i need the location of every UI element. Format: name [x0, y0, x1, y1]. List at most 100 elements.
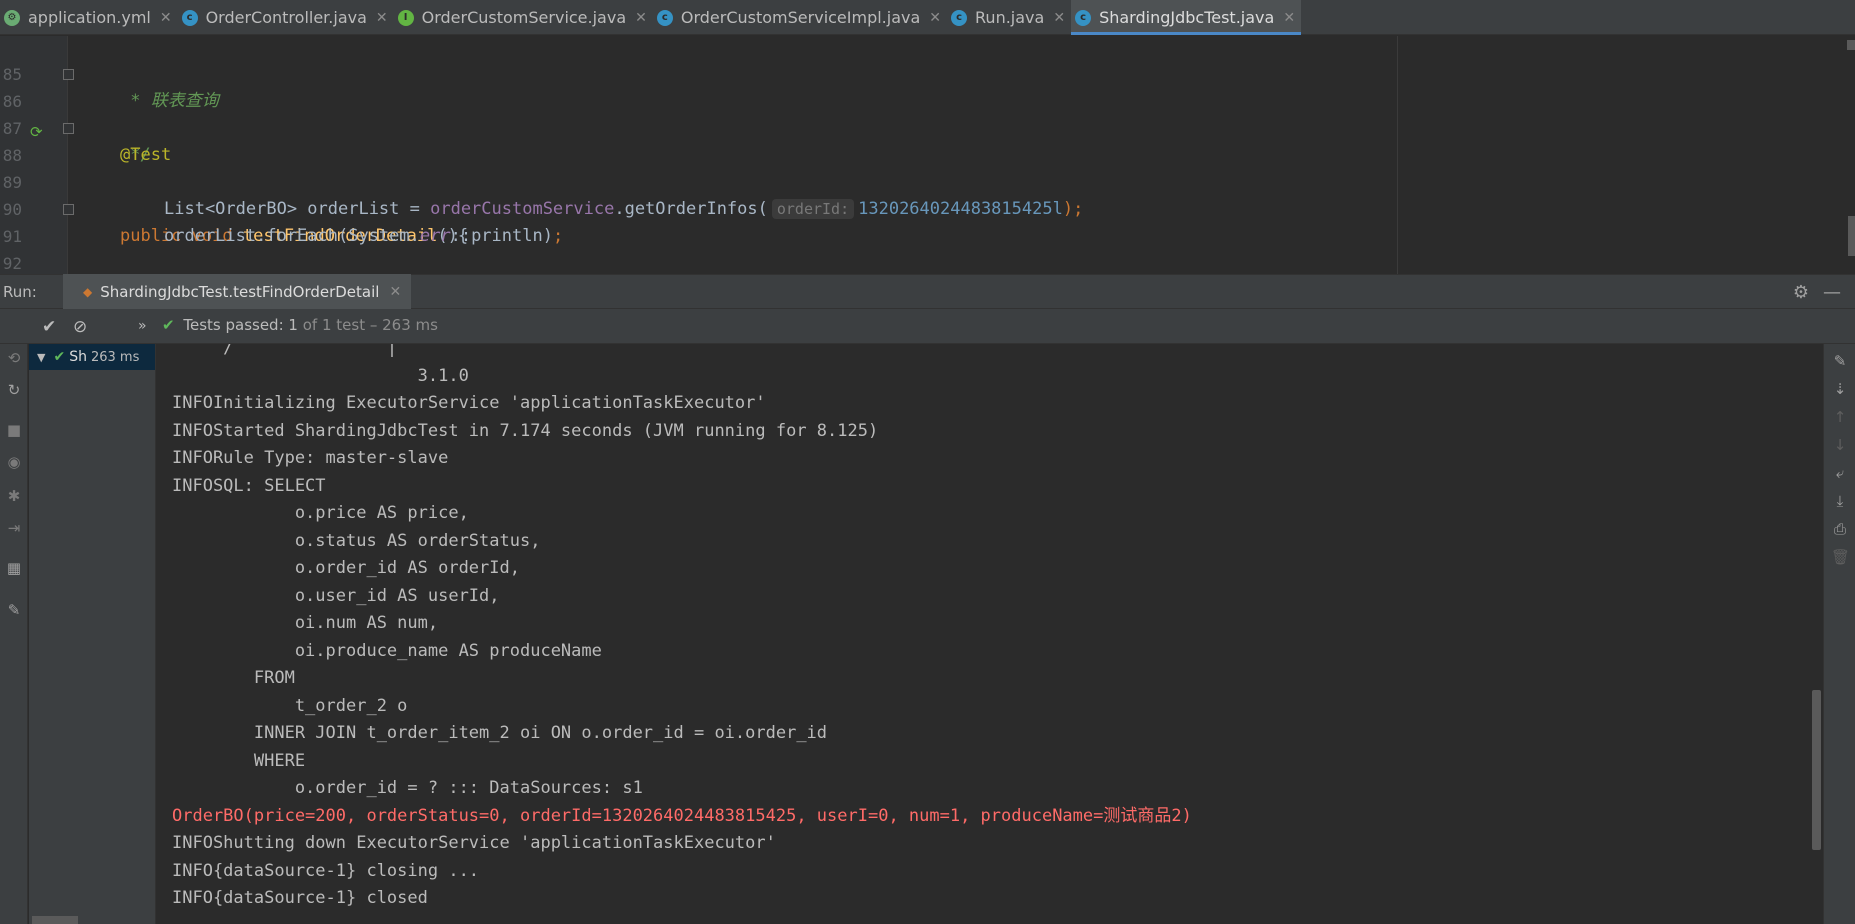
code-line: 89 List<OrderBO> orderList = orderCustom…	[0, 142, 1400, 219]
error-stripe-marker[interactable]	[1847, 40, 1855, 50]
tests-status: ✔ Tests passed: 1 of 1 test – 263 ms	[162, 316, 438, 334]
expand-toolbar-icon[interactable]: »	[138, 318, 147, 334]
tab-order-custom-service-impl[interactable]: c OrderCustomServiceImpl.java ✕	[653, 0, 947, 35]
run-configuration-tab[interactable]: ◆ ShardingJdbcTest.testFindOrderDetail ✕	[63, 274, 412, 309]
tab-order-custom-service[interactable]: I OrderCustomService.java ✕	[394, 0, 653, 35]
header-actions: ⚙ —	[1793, 275, 1855, 310]
trash-icon[interactable]: 🗑	[1831, 548, 1850, 566]
tab-order-controller[interactable]: c OrderController.java ✕	[178, 0, 394, 35]
down-arrow-icon[interactable]: ↓	[1831, 436, 1849, 454]
console-scrollbar[interactable]	[1812, 690, 1821, 850]
fold-marker-icon[interactable]	[63, 204, 74, 215]
check-icon: ✔	[53, 349, 66, 365]
sort-icon[interactable]: ⇣	[1831, 380, 1849, 398]
close-icon[interactable]: ✕	[1283, 10, 1295, 26]
close-icon[interactable]: ✕	[389, 284, 401, 300]
console-line: WHERE	[172, 750, 306, 771]
class-icon: c	[181, 9, 198, 26]
console-line: INFORule Type: master-slave	[172, 448, 449, 468]
code-line: 91 }	[0, 196, 1400, 246]
layout-icon[interactable]: ▦	[5, 559, 23, 577]
clear-all-icon[interactable]: ✎	[1831, 352, 1849, 370]
run-test-icon[interactable]: ⟳	[30, 119, 47, 141]
console-line: o.order_id AS orderId,	[172, 558, 520, 578]
gear-icon[interactable]: ⚙	[1793, 282, 1809, 303]
console-output[interactable]: / | 3.1.0 INFOInitializing ExecutorServic…	[157, 344, 1823, 924]
close-icon[interactable]: ✕	[929, 10, 941, 26]
run-toolbar: ✔ ⊘ » ✔ Tests passed: 1 of 1 test – 263 …	[0, 309, 1855, 344]
tab-label: OrderCustomService.java	[421, 8, 627, 27]
class-icon: c	[656, 9, 673, 26]
code-line: 86 */	[0, 61, 1400, 165]
close-icon[interactable]: ✕	[376, 10, 388, 26]
tests-summary: of 1 test – 263 ms	[302, 316, 438, 334]
debug-icon[interactable]: ✱	[5, 487, 23, 505]
tree-item-time: 263 ms	[90, 349, 140, 365]
console-line: INFO{dataSource-1} closing ...	[172, 860, 480, 881]
interface-icon: I	[397, 9, 414, 26]
editor-scrollbar[interactable]	[1848, 216, 1855, 256]
run-tab-label: ShardingJdbcTest.testFindOrderDetail	[100, 282, 380, 301]
console-line: / |	[172, 344, 398, 358]
chevron-down-icon[interactable]: ▼	[37, 351, 45, 364]
console-line: 3.1.0	[172, 365, 469, 386]
code-editor[interactable]: 85 * 联表查询 86 */ 87 @Test 88 ⟳ public voi…	[0, 36, 1855, 274]
pin-icon[interactable]: ✎	[5, 601, 23, 619]
scroll-to-end-icon[interactable]: ⤓	[1831, 492, 1849, 510]
rerun-failed-icon[interactable]: ⟲	[5, 349, 23, 367]
console-line: o.status AS orderStatus,	[172, 530, 541, 551]
close-icon[interactable]: ✕	[635, 10, 647, 26]
console-line: oi.num AS num,	[172, 613, 439, 633]
code-line: 85 * 联表查询	[0, 36, 1400, 111]
tab-run-java[interactable]: c Run.java ✕	[947, 0, 1071, 35]
console-line: INFOStarted ShardingJdbcTest in 7.174 se…	[172, 420, 879, 441]
toggle-auto-test-icon[interactable]: ↻	[5, 381, 23, 399]
tree-scrollbar[interactable]	[32, 916, 78, 924]
tree-item-label: Sh	[69, 349, 87, 365]
fold-marker-icon[interactable]	[63, 69, 74, 80]
minimize-icon[interactable]: —	[1823, 282, 1841, 303]
console-line: o.price AS price,	[172, 503, 469, 523]
close-icon[interactable]: ✕	[1053, 10, 1065, 26]
tab-sharding-jdbc-test[interactable]: c ShardingJdbcTest.java ✕	[1071, 0, 1302, 35]
camera-icon[interactable]: ◉	[5, 453, 23, 471]
tab-label: Run.java	[975, 8, 1045, 27]
console-line: oi.produce_name AS produceName	[172, 640, 602, 661]
tab-label: application.yml	[28, 8, 151, 27]
test-class-icon: c	[1075, 9, 1092, 26]
print-icon[interactable]: ⎙	[1831, 520, 1849, 538]
run-tool-window-header: Run: ◆ ShardingJdbcTest.testFindOrderDet…	[0, 274, 1855, 309]
run-left-toolbar: ▶ ⟲ ↻ ■ ◉ ✱ ⇥ ▦ ✎	[0, 309, 28, 924]
tab-label: OrderController.java	[205, 8, 367, 27]
console-line: INNER JOIN t_order_item_2 oi ON o.order_…	[172, 723, 828, 743]
tests-passed-count: 1	[288, 316, 298, 334]
fold-marker-icon[interactable]	[63, 123, 74, 134]
console-line: o.order_id = ? ::: DataSources: s1	[172, 778, 643, 798]
exit-icon[interactable]: ⇥	[5, 519, 23, 537]
code-line: 92	[0, 223, 1400, 273]
code-line: 93	[0, 250, 1400, 274]
console-line: INFOInitializing ExecutorService 'applic…	[172, 393, 766, 413]
test-results-tree: ▼ ✔ Sh 263 ms	[29, 344, 156, 924]
console-line: o.user_id AS userId,	[172, 585, 500, 606]
tree-item-test-class[interactable]: ▼ ✔ Sh 263 ms	[29, 344, 155, 370]
tab-application-yml[interactable]: ⚙ application.yml ✕	[0, 0, 178, 35]
code-line: 90 orderList.forEach(System.err::println…	[0, 169, 1400, 246]
editor-tab-bar: ⚙ application.yml ✕ c OrderController.ja…	[0, 0, 1855, 35]
console-line: INFO{dataSource-1} closed	[172, 888, 428, 908]
console-right-toolbar: ✎ ⇣ ↑ ↓ ⤶ ⤓ ⎙ 🗑	[1823, 344, 1855, 924]
check-icon: ✔	[162, 316, 175, 334]
test-config-icon: ◆	[83, 284, 93, 299]
console-line: t_order_2 o	[172, 695, 408, 716]
code-line: 88 ⟳ public void testFindOrderDetail(){	[0, 115, 1400, 246]
console-line: INFOShutting down ExecutorService 'appli…	[172, 833, 776, 853]
tab-label: ShardingJdbcTest.java	[1099, 8, 1275, 27]
run-label: Run:	[3, 282, 37, 301]
console-line: FROM	[172, 668, 295, 688]
stop-icon[interactable]: ■	[5, 421, 23, 439]
show-passed-icon[interactable]: ✔	[42, 317, 56, 337]
up-arrow-icon[interactable]: ↑	[1831, 408, 1849, 426]
show-ignored-icon[interactable]: ⊘	[73, 317, 87, 337]
close-icon[interactable]: ✕	[160, 10, 172, 26]
soft-wrap-icon[interactable]: ⤶	[1831, 464, 1849, 482]
